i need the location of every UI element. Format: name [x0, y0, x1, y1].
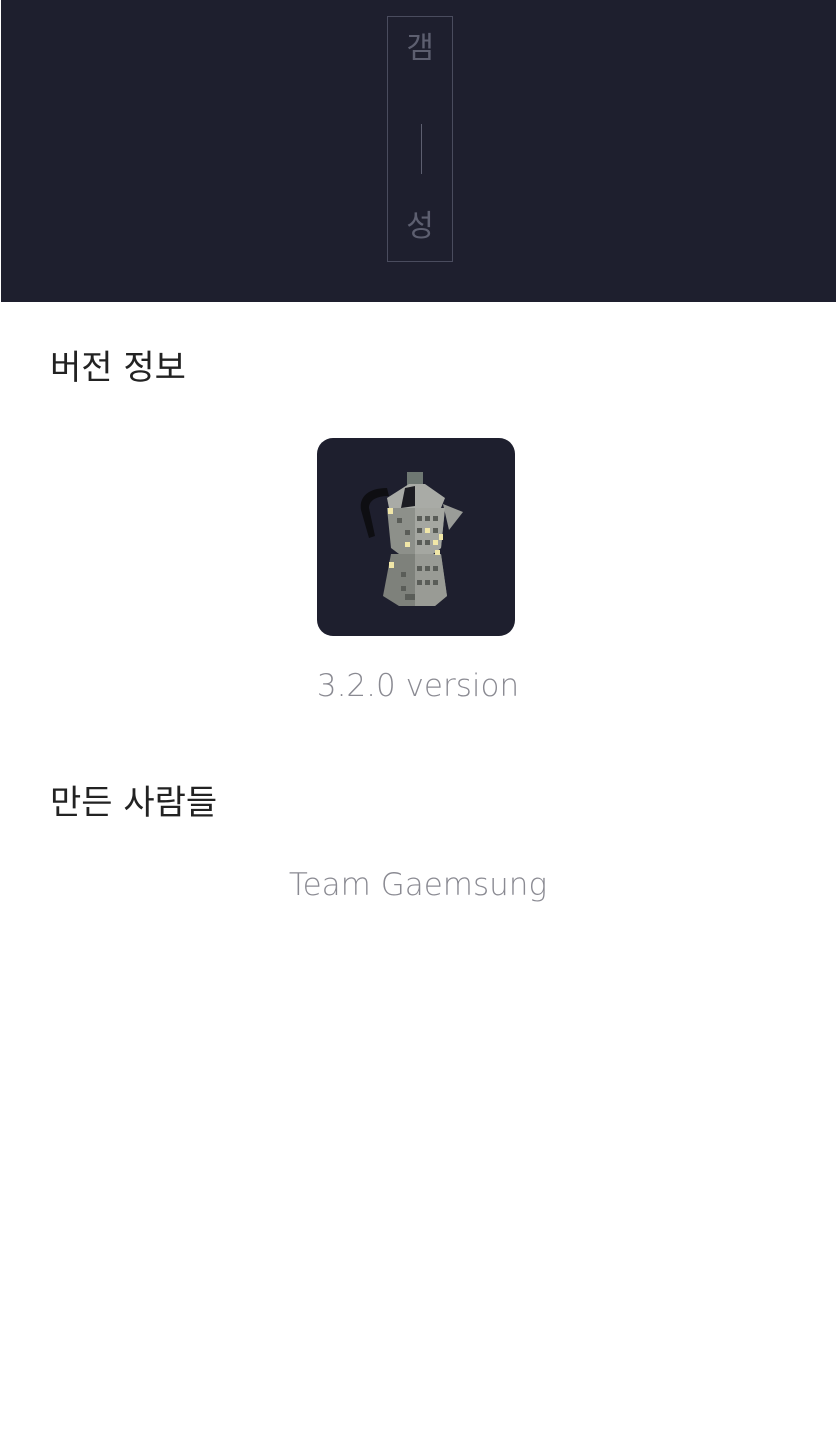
- makers-title: 만든 사람들: [50, 783, 218, 823]
- app-logo: 갬 성: [387, 16, 453, 262]
- header-left-edge: [0, 0, 1, 302]
- moka-pot-building-icon: [317, 438, 515, 636]
- vertical-bar-icon: [421, 124, 422, 174]
- version-text: 3.2.0 version: [316, 668, 520, 704]
- header-banner: 갬 성: [0, 0, 836, 302]
- team-name: Team Gaemsung: [288, 867, 548, 903]
- logo-bottom-char: 성: [406, 209, 434, 244]
- logo-top-char: 갬: [406, 31, 434, 66]
- version-info-title: 버전 정보: [50, 348, 186, 388]
- app-icon-illustration: [360, 472, 463, 606]
